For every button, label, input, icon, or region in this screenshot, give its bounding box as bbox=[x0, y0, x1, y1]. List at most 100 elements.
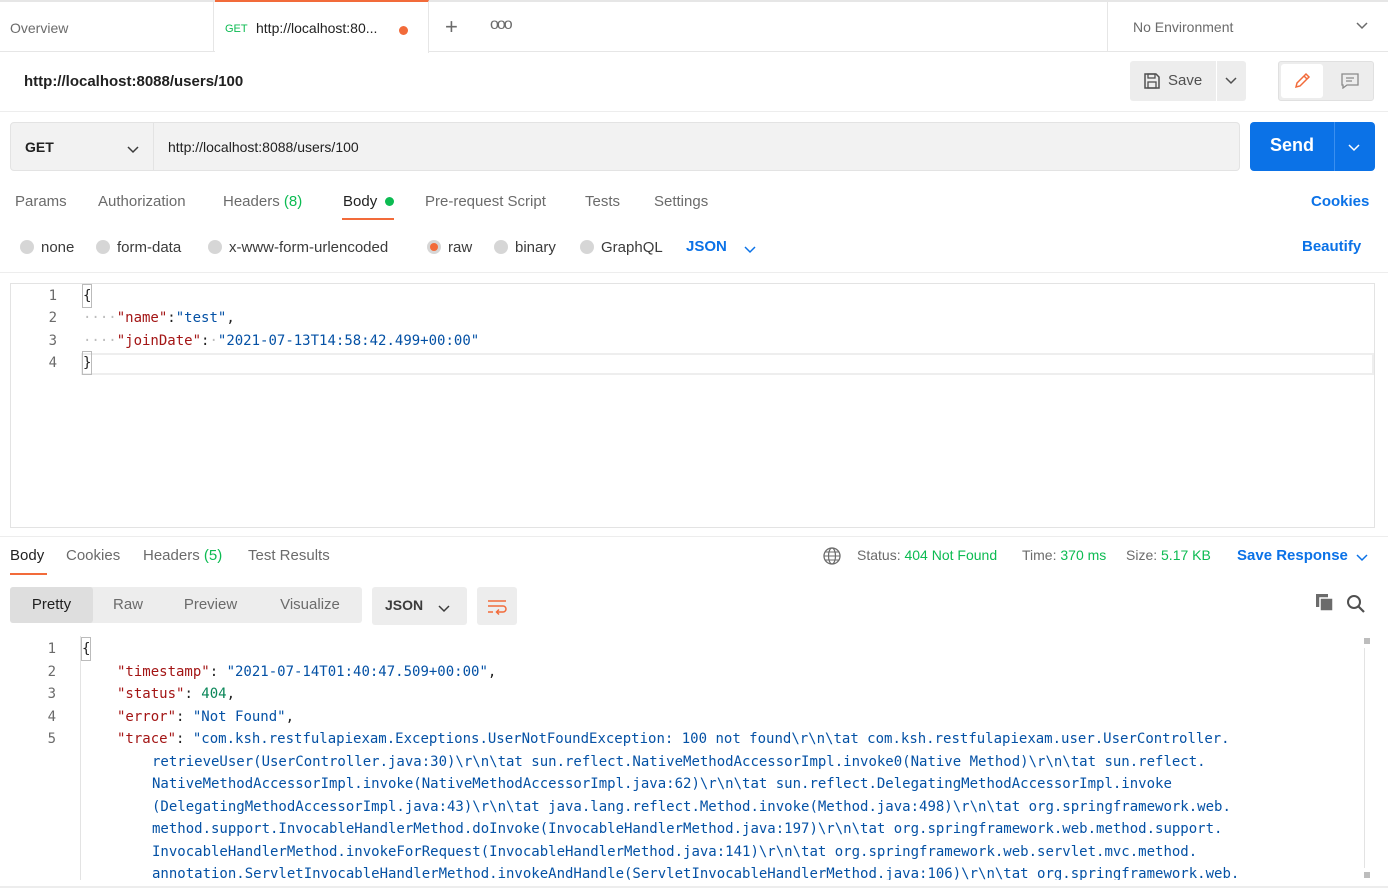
response-headers-count: (5) bbox=[203, 547, 223, 564]
pencil-icon bbox=[1294, 72, 1311, 89]
size-label: Size: bbox=[1126, 547, 1158, 563]
code-line: { bbox=[80, 637, 92, 661]
code-string: "2021-07-13T14:58:42.499+00:00" bbox=[217, 333, 480, 349]
mode-toggle bbox=[1278, 61, 1374, 101]
more-tabs-icon[interactable]: ooo bbox=[490, 16, 513, 34]
radio-label: x-www-form-urlencoded bbox=[229, 239, 389, 256]
response-tab-headers-label: Headers bbox=[143, 547, 200, 564]
save-options-button[interactable] bbox=[1217, 61, 1246, 101]
tab-authorization[interactable]: Authorization bbox=[98, 193, 186, 210]
copy-icon[interactable] bbox=[1315, 593, 1335, 613]
tab-headers-count: (8) bbox=[283, 193, 303, 210]
code-key: "name" bbox=[116, 310, 168, 326]
chevron-down-icon[interactable] bbox=[744, 243, 756, 255]
code-line-wrapped: annotation.ServletInvocableHandlerMethod… bbox=[152, 866, 1240, 880]
code-string: "Not Found" bbox=[192, 709, 286, 725]
scrollbar-track[interactable] bbox=[1364, 648, 1371, 868]
request-body-editor[interactable]: 1 2 3 4 { ····"name":"test", ····"joinDa… bbox=[10, 283, 1375, 528]
tab-prerequest-script[interactable]: Pre-request Script bbox=[425, 193, 546, 210]
tab-request-active[interactable]: GET http://localhost:80... bbox=[215, 0, 429, 53]
code-string: "test" bbox=[175, 310, 227, 326]
whitespace-dots: ···· bbox=[83, 310, 117, 326]
send-label: Send bbox=[1270, 135, 1315, 155]
view-visualize[interactable]: Visualize bbox=[258, 587, 362, 623]
search-icon[interactable] bbox=[1346, 594, 1366, 614]
send-options-button[interactable] bbox=[1335, 122, 1375, 171]
view-pretty[interactable]: Pretty bbox=[10, 587, 93, 623]
code-line: } bbox=[81, 351, 93, 375]
code-line-wrapped: (DelegatingMethodAccessorImpl.java:43)\r… bbox=[152, 799, 1231, 815]
method-select[interactable]: GET bbox=[10, 122, 154, 171]
new-tab-plus-icon[interactable]: + bbox=[445, 14, 458, 40]
line-number: 1 bbox=[47, 641, 56, 657]
code-key: "joinDate" bbox=[116, 333, 202, 349]
whitespace-dots: ···· bbox=[83, 333, 117, 349]
tab-body[interactable]: Body bbox=[343, 193, 377, 210]
vertical-scrollbar[interactable] bbox=[1363, 636, 1372, 880]
chevron-down-icon bbox=[1225, 77, 1237, 85]
tab-settings[interactable]: Settings bbox=[654, 193, 708, 210]
unsaved-dot-icon bbox=[399, 26, 408, 35]
wrap-lines-icon bbox=[488, 600, 507, 616]
status-value: 404 Not Found bbox=[904, 547, 998, 563]
radio-label: raw bbox=[448, 239, 473, 256]
response-tab-body[interactable]: Body bbox=[10, 547, 44, 564]
divider bbox=[0, 536, 1388, 537]
response-body-viewer[interactable]: 1 2 3 4 5 { "timestamp": "2021-07-14T01:… bbox=[10, 636, 1375, 880]
url-input[interactable] bbox=[154, 122, 1240, 171]
code-line-wrapped: NativeMethodAccessorImpl.invoke(NativeMe… bbox=[152, 776, 1172, 792]
wrap-lines-button[interactable] bbox=[477, 587, 517, 625]
view-raw[interactable]: Raw bbox=[93, 587, 163, 623]
response-tab-headers[interactable]: Headers (5) bbox=[143, 547, 222, 564]
globe-icon[interactable] bbox=[822, 546, 842, 566]
save-response-button[interactable]: Save Response bbox=[1237, 547, 1348, 564]
active-tab-underline bbox=[342, 218, 394, 220]
code-key: "status" bbox=[117, 686, 185, 702]
scroll-up-icon[interactable] bbox=[1364, 638, 1370, 644]
send-button[interactable]: Send bbox=[1250, 122, 1334, 171]
radio-circle bbox=[96, 240, 110, 254]
response-tab-test-results[interactable]: Test Results bbox=[248, 547, 330, 564]
radio-circle bbox=[494, 240, 508, 254]
code-key: "error" bbox=[117, 709, 177, 725]
radio-label: binary bbox=[515, 239, 556, 256]
comment-icon bbox=[1341, 73, 1359, 89]
view-preview[interactable]: Preview bbox=[163, 587, 258, 623]
tab-params[interactable]: Params bbox=[15, 193, 67, 210]
code-number: 404 bbox=[201, 686, 227, 702]
tab-bar: Overview GET http://localhost:80... + oo… bbox=[0, 0, 1388, 53]
line-number: 3 bbox=[47, 686, 56, 702]
edit-mode-button[interactable] bbox=[1281, 64, 1323, 98]
size-info[interactable]: Size: 5.17 KB bbox=[1126, 547, 1211, 563]
body-format-select[interactable]: JSON bbox=[686, 238, 727, 255]
beautify-link[interactable]: Beautify bbox=[1302, 238, 1361, 255]
line-number: 4 bbox=[48, 355, 57, 371]
tab-headers[interactable]: Headers (8) bbox=[223, 193, 302, 210]
save-label: Save bbox=[1168, 72, 1203, 89]
radio-circle bbox=[580, 240, 594, 254]
tab-tests[interactable]: Tests bbox=[585, 193, 620, 210]
method-value: GET bbox=[25, 139, 54, 155]
current-line-highlight bbox=[81, 353, 1374, 375]
response-tab-cookies[interactable]: Cookies bbox=[66, 547, 120, 564]
environment-label: No Environment bbox=[1133, 19, 1234, 35]
gutter-divider bbox=[80, 636, 81, 880]
code-line: ····"name":"test", bbox=[83, 310, 235, 326]
status-label: Status: bbox=[857, 547, 901, 563]
comment-mode-button[interactable] bbox=[1329, 64, 1371, 98]
response-format-select[interactable]: JSON bbox=[372, 587, 467, 625]
scroll-down-icon[interactable] bbox=[1364, 872, 1370, 878]
tab-overview[interactable]: Overview bbox=[0, 2, 214, 52]
size-value: 5.17 KB bbox=[1161, 547, 1211, 563]
line-number: 2 bbox=[47, 664, 56, 680]
line-number: 3 bbox=[48, 333, 57, 349]
chevron-down-icon[interactable] bbox=[1356, 551, 1368, 563]
cookies-link[interactable]: Cookies bbox=[1311, 193, 1369, 210]
status-info[interactable]: Status: 404 Not Found bbox=[857, 547, 997, 563]
response-format-value: JSON bbox=[385, 597, 424, 613]
code-line: ····"joinDate":·"2021-07-13T14:58:42.499… bbox=[83, 333, 480, 349]
time-info[interactable]: Time: 370 ms bbox=[1022, 547, 1106, 563]
save-button[interactable]: Save bbox=[1130, 61, 1216, 101]
environment-select[interactable]: No Environment bbox=[1107, 2, 1388, 52]
time-label: Time: bbox=[1022, 547, 1057, 563]
